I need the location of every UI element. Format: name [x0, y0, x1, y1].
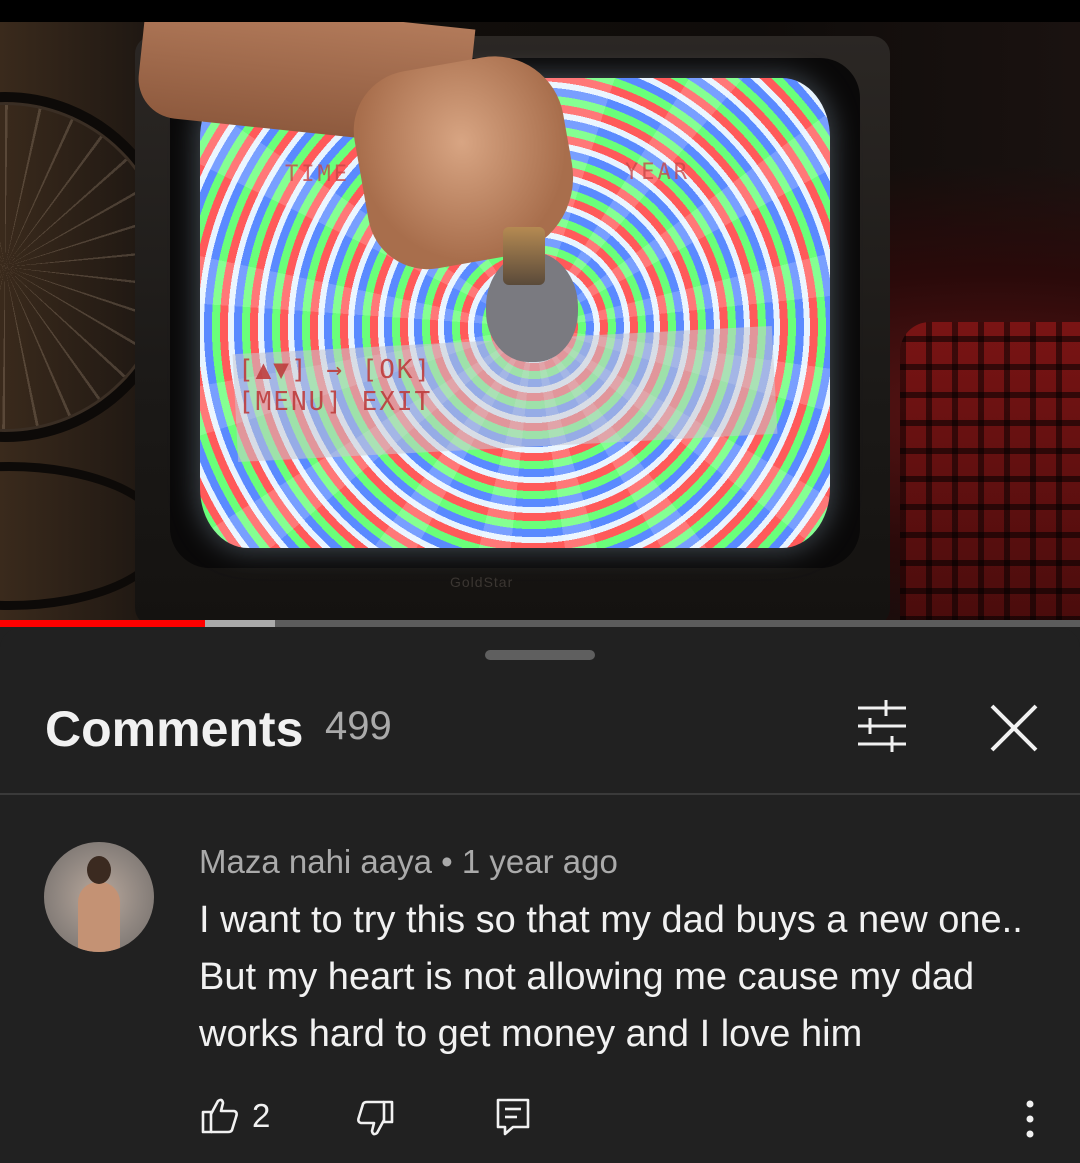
avatar-figure-head: [87, 856, 111, 884]
tv-osd-text: [▲▼] → [OK] [MENU] EXIT: [238, 354, 432, 418]
comment-actions: 2: [0, 1093, 1080, 1153]
tv-osd-line2: [MENU] EXIT: [238, 387, 433, 417]
meta-separator: •: [441, 843, 453, 880]
progress-played: [0, 620, 206, 627]
background-plaid-blanket: [900, 322, 1080, 622]
comment-time: 1 year ago: [461, 843, 618, 880]
sort-filter-icon[interactable]: [850, 694, 914, 758]
avatar-figure-body: [78, 882, 120, 952]
comments-sheet: Comments 499 Maza nahi aaya • 1 year ago…: [0, 628, 1080, 1163]
magnet: [503, 227, 545, 285]
close-icon[interactable]: [980, 694, 1048, 762]
sheet-drag-handle[interactable]: [485, 650, 595, 660]
video-player[interactable]: TIME YEAR [▲▼] → [OK] [MENU] EXIT GoldSt…: [0, 22, 1080, 622]
tv-osd-top-left: TIME: [285, 162, 350, 187]
status-bar: [0, 0, 1080, 22]
header-divider: [0, 793, 1080, 795]
thumbs-down-icon[interactable]: [355, 1099, 395, 1139]
like-count: 2: [252, 1097, 271, 1134]
more-vert-icon[interactable]: [1015, 1097, 1045, 1141]
video-progress-bar[interactable]: [0, 620, 1080, 627]
comments-title: Comments: [45, 701, 304, 757]
tv-osd-top-right: YEAR: [625, 160, 690, 185]
avatar[interactable]: [44, 842, 154, 952]
tv-brand-logo: GoldStar: [450, 574, 514, 590]
reply-icon[interactable]: [495, 1097, 531, 1137]
tv-osd-line1: [▲▼] → [OK]: [238, 355, 433, 385]
comment-text: I want to try this so that my dad buys a…: [199, 899, 1023, 1055]
comment-author[interactable]: Maza nahi aaya: [199, 843, 432, 880]
comment-meta: Maza nahi aaya • 1 year ago: [199, 843, 618, 881]
comments-count: 499: [325, 704, 392, 748]
thumbs-up-icon[interactable]: [200, 1095, 240, 1135]
